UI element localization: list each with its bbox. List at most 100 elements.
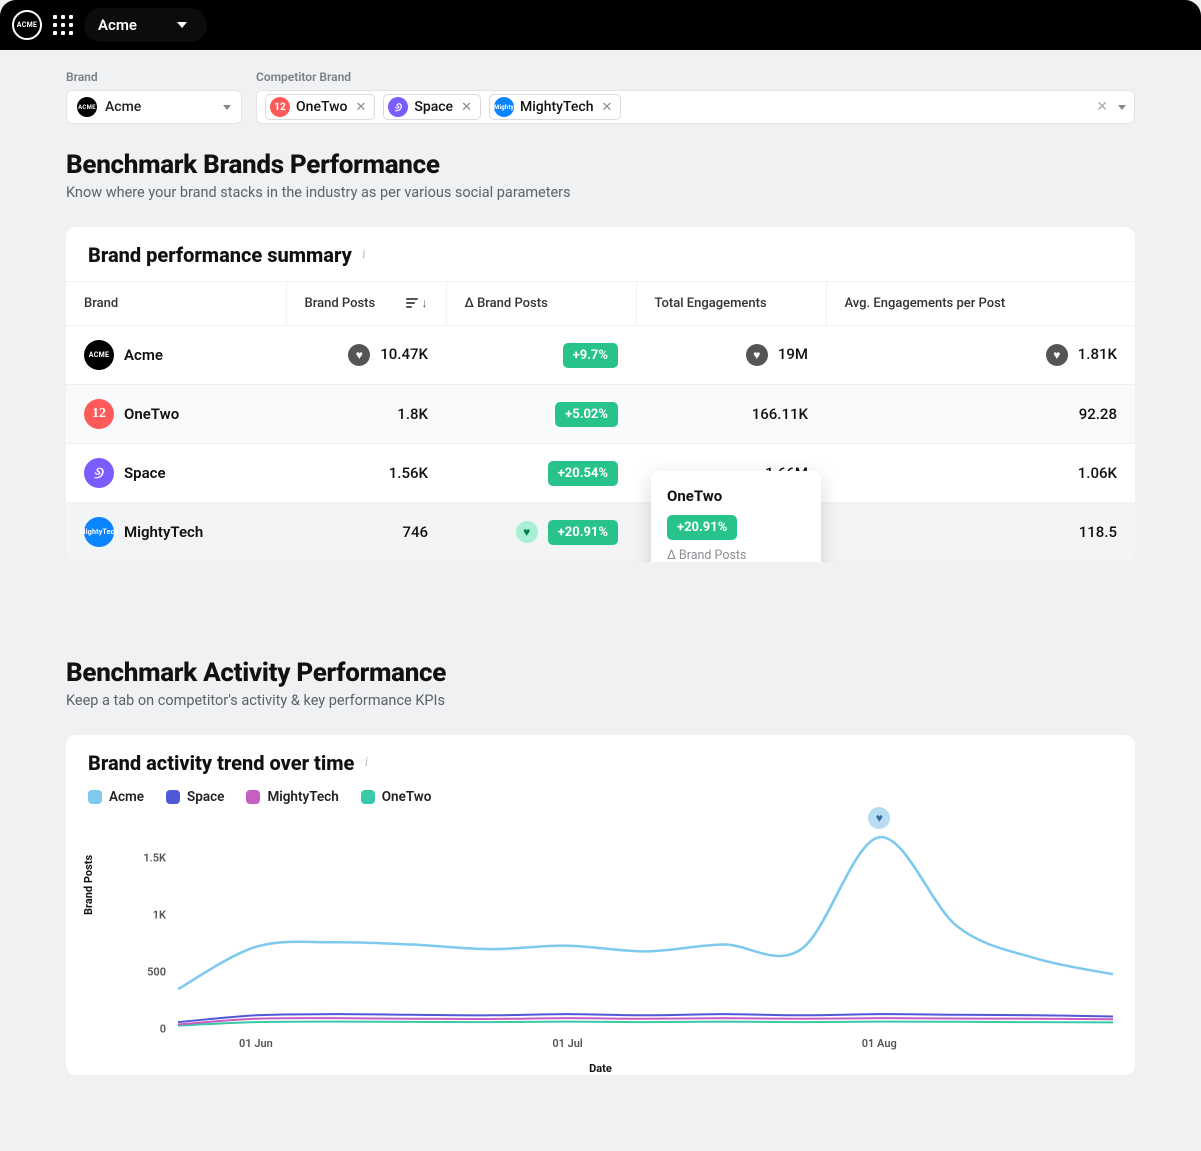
y-tick-label: 1K [106,908,166,921]
legend-swatch-icon [246,790,260,804]
cell-delta-badge: +5.02% [555,402,618,427]
sort-icon[interactable]: ↓ [406,296,428,310]
legend-label: MightyTech [267,789,338,805]
brand-name-cell: OneTwo [124,405,179,423]
tooltip-delta-badge: +20.91% [667,515,737,540]
brand-avatar-icon: 12 [270,97,290,117]
legend-swatch-icon [361,790,375,804]
section-subtitle: Keep a tab on competitor's activity & ke… [66,692,1135,709]
cell-delta-badge: +20.91% [548,520,618,545]
cell-delta-badge: +9.7% [563,343,618,368]
chevron-down-icon [223,105,231,110]
col-header-avg-engagements[interactable]: Avg. Engagements per Post [826,282,1135,326]
remove-tag-icon[interactable]: ✕ [599,100,614,115]
brand-name-cell: MightyTech [124,523,203,541]
competitor-tag-label: Space [414,99,453,115]
chart-legend: Acme Space MightyTech OneTwo [66,789,1135,815]
competitor-tag[interactable]: Mighty MightyTech ✕ [489,94,621,120]
section-subtitle: Know where your brand stacks in the indu… [66,184,1135,201]
cell-engagements: 166.11K [752,405,808,423]
cell-avg-engagements: 118.5 [1079,523,1117,541]
y-tick-label: 1.5K [106,851,166,864]
insight-bulb-icon[interactable]: ♥ [746,344,768,366]
col-header-engagements[interactable]: Total Engagements [636,282,826,326]
cell-posts: 1.8K [397,405,428,423]
brand-filter-label: Brand [66,70,242,84]
brand-avatar-icon: 12 [84,399,114,429]
x-tick-label: 01 Jun [239,1037,273,1050]
cell-posts: 1.56K [389,464,428,482]
legend-swatch-icon [166,790,180,804]
legend-label: OneTwo [382,789,432,805]
line-chart[interactable]: Brand Posts 05001K1.5K ♥ 01 Jun01 Jul01 … [88,815,1113,1075]
app-logo-icon: ACME [12,10,42,40]
card-title: Brand activity trend over time [88,751,354,775]
table-row[interactable]: 12 OneTwo 1.8K +5.02% 166.11K 92.28 [66,385,1135,444]
brand-summary-card: Brand performance summary i Brand Brand … [66,227,1135,562]
table-row[interactable]: ୬Space 1.56K +20.54% 1.66M 1.06K [66,444,1135,503]
brand-avatar-icon: MightyTech [84,517,114,547]
competitor-tag[interactable]: 12 OneTwo ✕ [265,94,375,120]
legend-item[interactable]: Acme [88,789,144,805]
chart-series-line[interactable] [178,1022,1113,1026]
insight-bulb-icon[interactable]: ♥ [1046,344,1068,366]
cell-avg-engagements: 1.06K [1078,464,1117,482]
col-header-posts[interactable]: Brand Posts ↓ [286,282,446,326]
brand-avatar-icon: ACME [77,97,97,117]
brand-avatar-icon: ACME [84,340,114,370]
legend-label: Acme [109,789,144,805]
legend-item[interactable]: OneTwo [361,789,432,805]
chevron-down-icon [1118,105,1126,110]
clear-all-icon[interactable]: ✕ [1096,99,1108,115]
x-tick-label: 01 Aug [862,1037,897,1050]
activity-trend-card: Brand activity trend over time i Acme Spa… [66,735,1135,1075]
cell-delta-badge: +20.54% [548,461,618,486]
y-tick-label: 0 [106,1023,166,1036]
chevron-down-icon [177,22,187,28]
col-header-delta[interactable]: Δ Brand Posts [446,282,636,326]
remove-tag-icon[interactable]: ✕ [459,100,474,115]
info-icon[interactable]: i [364,755,368,771]
competitor-tag[interactable]: ୬ Space ✕ [383,94,481,120]
brand-name-cell: Space [124,464,166,482]
competitor-tag-label: MightyTech [520,99,594,115]
brand-name-cell: Acme [124,346,163,364]
table-row[interactable]: MightyTech MightyTech 746 ♥ +20.91% 118.5 [66,503,1135,562]
col-header-brand[interactable]: Brand [66,282,286,326]
insight-bulb-icon[interactable]: ♥ [348,344,370,366]
legend-label: Space [187,789,224,805]
tooltip-title: OneTwo [667,487,805,505]
section-title: Benchmark Brands Performance [66,150,1135,180]
competitor-tag-label: OneTwo [296,99,347,115]
filters-row: Brand ACME Acme Competitor Brand 12 OneT… [66,70,1135,124]
cell-engagements: 19M [778,345,808,363]
brand-summary-table: Brand Brand Posts ↓ Δ Brand Posts Total … [66,281,1135,562]
y-axis-label: Brand Posts [82,855,95,915]
x-axis-label: Date [589,1062,612,1075]
table-row[interactable]: ACME Acme ♥ 10.47K +9.7% ♥ 19M ♥ 1.81K [66,326,1135,385]
cell-avg-engagements: 92.28 [1079,405,1117,423]
section-title: Benchmark Activity Performance [66,658,1135,688]
workspace-switcher[interactable]: Acme [84,8,207,42]
cell-avg-engagements: 1.81K [1078,345,1117,363]
app-grid-icon[interactable] [50,12,76,38]
tooltip-subtitle: Δ Brand Posts [667,548,805,562]
brand-select[interactable]: ACME Acme [66,90,242,124]
workspace-name: Acme [98,16,137,34]
cell-posts: 10.47K [380,345,428,363]
x-tick-label: 01 Jul [552,1037,582,1050]
competitor-multiselect[interactable]: 12 OneTwo ✕୬ Space ✕Mighty MightyTech ✕ … [256,90,1135,124]
brand-avatar-icon: Mighty [494,97,514,117]
chart-series-line[interactable] [178,837,1113,989]
insight-bulb-icon[interactable]: ♥ [516,521,538,543]
col-header-posts-label: Brand Posts [305,296,376,311]
brand-avatar-icon: ୬ [388,97,408,117]
remove-tag-icon[interactable]: ✕ [353,100,368,115]
legend-item[interactable]: MightyTech [246,789,338,805]
legend-item[interactable]: Space [166,789,224,805]
cell-posts: 746 [402,523,428,541]
insight-bulb-icon[interactable]: ♥ [868,807,890,829]
card-title: Brand performance summary [88,243,352,267]
info-icon[interactable]: i [362,247,366,263]
topbar: ACME Acme [0,0,1201,50]
